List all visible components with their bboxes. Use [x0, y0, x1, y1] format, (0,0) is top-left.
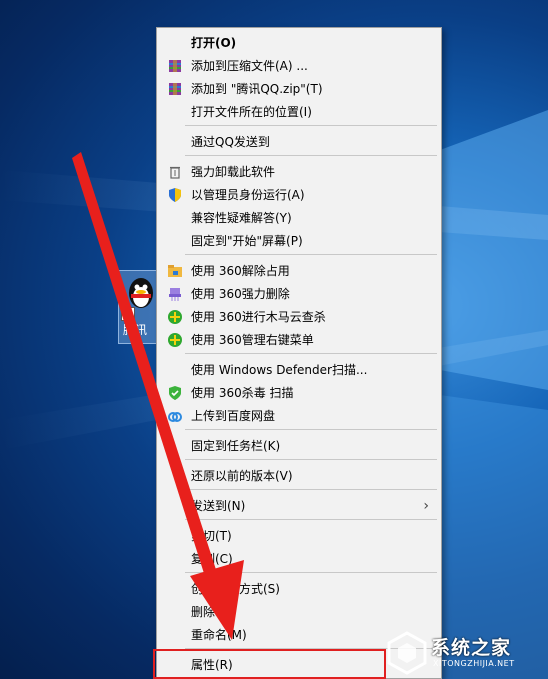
watermark-title: 系统之家	[431, 637, 512, 659]
annotation-arrow	[72, 152, 244, 640]
watermark-url: XITONGZHIJIA.NET	[433, 659, 515, 668]
watermark-logo-icon	[387, 631, 427, 675]
properties-highlight-box	[153, 649, 386, 679]
watermark: 系统之家 XITONGZHIJIA.NET	[383, 629, 543, 675]
